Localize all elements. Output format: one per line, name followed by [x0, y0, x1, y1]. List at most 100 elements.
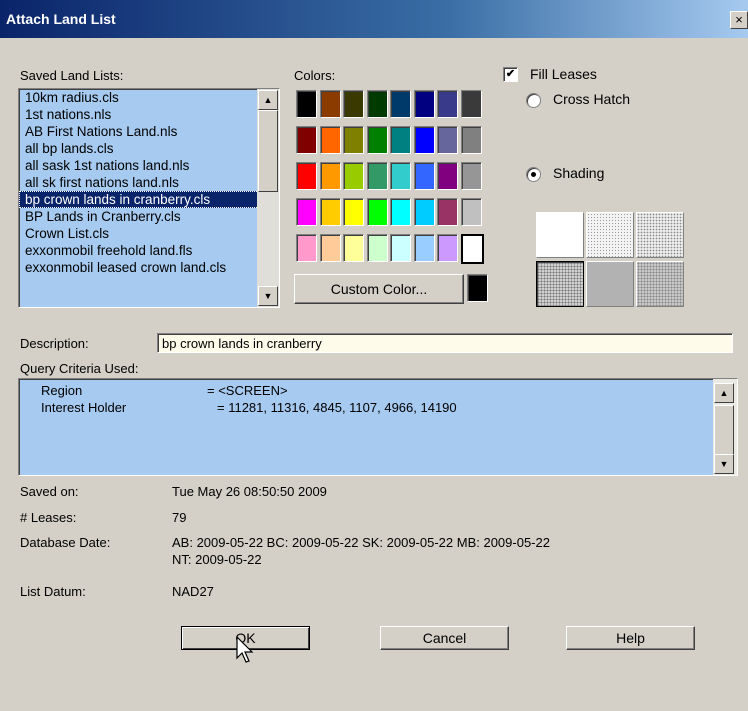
color-swatch[interactable]	[296, 234, 317, 262]
query-value-interest-holder: = 11281, 11316, 4845, 1107, 4966, 14190	[217, 400, 457, 415]
color-swatch[interactable]	[437, 198, 458, 226]
list-item[interactable]: 10km radius.cls	[19, 89, 279, 106]
color-swatch[interactable]	[296, 126, 317, 154]
cancel-button[interactable]: Cancel	[380, 626, 509, 650]
list-item[interactable]: all sask 1st nations land.nls	[19, 157, 279, 174]
query-key-region: Region	[41, 383, 83, 398]
color-swatch[interactable]	[319, 234, 341, 262]
mouse-cursor-icon	[236, 636, 254, 663]
color-swatch[interactable]	[413, 90, 435, 118]
database-date-value-line2: NT: 2009-05-22	[172, 552, 262, 567]
query-criteria-label: Query Criteria Used:	[20, 361, 139, 376]
color-swatch[interactable]	[390, 126, 411, 154]
color-swatch[interactable]	[366, 126, 388, 154]
saved-on-label: Saved on:	[20, 484, 79, 499]
shading-radio[interactable]	[526, 167, 541, 182]
list-item[interactable]: BP Lands in Cranberry.cls	[19, 208, 279, 225]
query-scroll-thumb[interactable]	[714, 405, 734, 455]
color-swatch[interactable]	[366, 198, 388, 226]
color-swatch[interactable]	[319, 198, 341, 226]
color-swatch[interactable]	[413, 234, 435, 262]
query-value-region: = <SCREEN>	[207, 383, 288, 398]
color-swatch[interactable]	[390, 162, 411, 190]
query-scroll-down-button[interactable]: ▼	[714, 454, 734, 474]
shading-pattern-medium-light[interactable]	[636, 212, 684, 258]
color-swatch[interactable]	[413, 162, 435, 190]
list-item[interactable]: all bp lands.cls	[19, 140, 279, 157]
color-swatch[interactable]	[366, 162, 388, 190]
list-item[interactable]: bp crown lands in cranberry.cls	[19, 191, 279, 208]
shading-pattern-medium-dark[interactable]	[586, 261, 634, 307]
title-bar[interactable]: Attach Land List ×	[0, 0, 748, 38]
color-swatch[interactable]	[437, 234, 458, 262]
radio-selected-dot	[531, 172, 536, 177]
color-swatch[interactable]	[343, 162, 364, 190]
shading-pattern-medium-selected[interactable]	[536, 261, 584, 307]
description-field[interactable]: bp crown lands in cranberry	[157, 333, 733, 353]
color-swatch[interactable]	[366, 234, 388, 262]
color-swatch[interactable]	[319, 90, 341, 118]
saved-land-lists-listbox[interactable]: 10km radius.cls 1st nations.nls AB First N…	[18, 88, 280, 308]
color-swatch[interactable]	[390, 198, 411, 226]
list-item[interactable]: exxonmobil leased crown land.cls	[19, 259, 279, 276]
scroll-down-button[interactable]: ▼	[258, 286, 278, 306]
color-swatch[interactable]	[460, 126, 482, 154]
color-swatch[interactable]	[343, 126, 364, 154]
list-item[interactable]: AB First Nations Land.nls	[19, 123, 279, 140]
color-swatch[interactable]	[296, 162, 317, 190]
color-swatch[interactable]	[319, 162, 341, 190]
list-item[interactable]: Crown List.cls	[19, 225, 279, 242]
color-swatch[interactable]	[343, 90, 364, 118]
cross-hatch-label: Cross Hatch	[553, 91, 631, 107]
shading-pattern-light[interactable]	[586, 212, 634, 258]
leases-value: 79	[172, 510, 187, 525]
custom-color-button[interactable]: Custom Color...	[294, 274, 464, 304]
color-swatch[interactable]	[390, 234, 411, 262]
scroll-up-button[interactable]: ▲	[258, 90, 278, 110]
cross-hatch-radio[interactable]	[526, 93, 541, 108]
color-swatch[interactable]	[296, 90, 317, 118]
color-swatch[interactable]	[437, 90, 458, 118]
list-item[interactable]: 1st nations.nls	[19, 106, 279, 123]
fill-leases-checkbox[interactable]: ✔	[503, 67, 518, 82]
list-item[interactable]: all sk first nations land.nls	[19, 174, 279, 191]
color-swatch[interactable]	[343, 234, 364, 262]
list-datum-value: NAD27	[172, 584, 214, 599]
saved-land-lists-label: Saved Land Lists:	[20, 68, 124, 83]
close-button[interactable]: ×	[730, 11, 748, 29]
help-button[interactable]: Help	[566, 626, 695, 650]
query-scrollbar[interactable]: ▲ ▼	[713, 379, 737, 475]
saved-land-lists-items: 10km radius.cls 1st nations.nls AB First N…	[19, 89, 279, 276]
color-swatch[interactable]	[437, 162, 458, 190]
custom-color-swatch[interactable]	[467, 274, 488, 302]
color-swatch[interactable]	[460, 234, 484, 264]
shading-pattern-solid[interactable]	[536, 212, 584, 258]
color-swatch[interactable]	[413, 198, 435, 226]
color-palette: Custom Color...	[292, 88, 488, 308]
colors-label: Colors:	[294, 68, 336, 83]
list-item[interactable]: exxonmobil freehold land.fls	[19, 242, 279, 259]
color-swatch[interactable]	[296, 198, 317, 226]
color-swatch[interactable]	[460, 198, 482, 226]
leases-label: # Leases:	[20, 510, 77, 525]
query-criteria-box[interactable]: Region = <SCREEN> Interest Holder = 1128…	[18, 378, 738, 476]
list-scrollbar[interactable]: ▲ ▼	[257, 89, 279, 307]
shading-label: Shading	[553, 165, 605, 181]
color-swatch[interactable]	[460, 90, 482, 118]
color-swatch[interactable]	[366, 90, 388, 118]
color-swatch[interactable]	[343, 198, 364, 226]
color-swatch[interactable]	[319, 126, 341, 154]
list-datum-label: List Datum:	[20, 584, 86, 599]
color-swatch[interactable]	[437, 126, 458, 154]
shading-pattern-dark[interactable]	[636, 261, 684, 307]
query-scroll-up-button[interactable]: ▲	[714, 383, 734, 403]
scroll-thumb[interactable]	[258, 110, 278, 192]
color-swatch[interactable]	[390, 90, 411, 118]
database-date-label: Database Date:	[20, 535, 111, 550]
query-key-interest-holder: Interest Holder	[41, 400, 127, 415]
color-swatch[interactable]	[460, 162, 482, 190]
dialog-title: Attach Land List	[6, 11, 116, 27]
description-label: Description:	[20, 336, 89, 351]
color-swatch[interactable]	[413, 126, 435, 154]
saved-on-value: Tue May 26 08:50:50 2009	[172, 484, 327, 499]
